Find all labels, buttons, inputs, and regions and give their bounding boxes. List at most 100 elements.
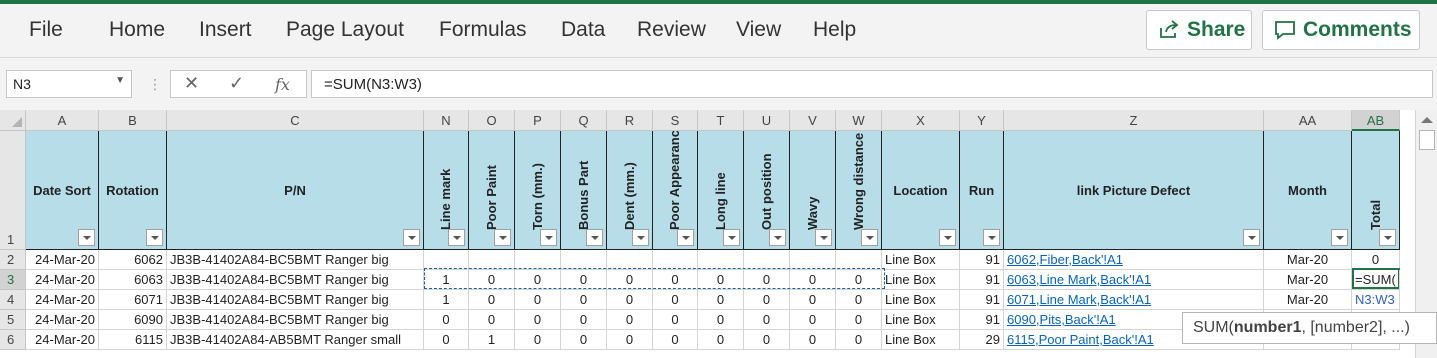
filter-dropdown-icon[interactable] xyxy=(769,229,786,246)
chevron-down-icon[interactable]: ▼ xyxy=(115,75,125,86)
header-cell-month[interactable]: Month xyxy=(1264,131,1352,250)
row-header-6[interactable]: 6 xyxy=(0,330,26,350)
header-cell-rotation[interactable]: Rotation xyxy=(99,131,167,250)
cell-defect-count[interactable]: 0 xyxy=(515,270,561,290)
filter-dropdown-icon[interactable] xyxy=(861,229,878,246)
cell-location[interactable]: Line Box xyxy=(882,290,960,310)
cell-defect-count[interactable]: 0 xyxy=(607,310,653,330)
tab-review[interactable]: Review xyxy=(637,18,706,42)
cell-date[interactable]: 24-Mar-20 xyxy=(26,290,99,310)
cell-defect-count[interactable]: 0 xyxy=(653,290,698,310)
header-cell-torn[interactable]: Torn (mm.) xyxy=(515,131,561,250)
cell-location[interactable]: Line Box xyxy=(882,270,960,290)
header-cell-link[interactable]: link Picture Defect xyxy=(1004,131,1264,250)
filter-dropdown-icon[interactable] xyxy=(677,229,694,246)
cell-date[interactable]: 24-Mar-20 xyxy=(26,250,99,270)
tab-data[interactable]: Data xyxy=(561,18,605,42)
scroll-up-icon[interactable] xyxy=(1421,117,1433,123)
column-header-s[interactable]: S xyxy=(653,110,698,131)
column-header-n[interactable]: N xyxy=(424,110,469,131)
cancel-icon[interactable]: ✕ xyxy=(184,73,199,94)
cell-defect-count[interactable] xyxy=(515,250,561,270)
row-header-1[interactable]: 1 xyxy=(0,131,26,250)
header-cell-poor-appearance[interactable]: Poor Appearance xyxy=(653,131,698,250)
header-cell-long-line[interactable]: Long line xyxy=(698,131,744,250)
filter-dropdown-icon[interactable] xyxy=(815,229,832,246)
cell-part-number[interactable]: JB3B-41402A84-BC5BMT Ranger big xyxy=(167,270,424,290)
row-header-5[interactable]: 5 xyxy=(0,310,26,330)
column-header-q[interactable]: Q xyxy=(561,110,607,131)
tab-help[interactable]: Help xyxy=(813,18,856,42)
cell-defect-count[interactable]: 0 xyxy=(836,290,882,310)
scroll-thumb[interactable] xyxy=(1419,130,1435,150)
column-header-z[interactable]: Z xyxy=(1004,110,1264,131)
cell-defect-count[interactable]: 0 xyxy=(469,310,515,330)
insert-function-icon[interactable]: fx xyxy=(275,75,290,94)
cell-defect-count[interactable]: 0 xyxy=(653,310,698,330)
cell-defect-count[interactable]: 0 xyxy=(698,270,744,290)
column-header-y[interactable]: Y xyxy=(960,110,1004,131)
cell-defect-count[interactable]: 0 xyxy=(790,330,836,350)
column-header-ab[interactable]: AB xyxy=(1352,110,1400,131)
filter-dropdown-icon[interactable] xyxy=(723,229,740,246)
cell-defect-count[interactable]: 0 xyxy=(561,310,607,330)
cell-total[interactable]: =SUM( xyxy=(1352,270,1400,290)
cell-part-number[interactable]: JB3B-41402A84-BC5BMT Ranger big xyxy=(167,290,424,310)
cell-location[interactable]: Line Box xyxy=(882,250,960,270)
cell-defect-count[interactable]: 0 xyxy=(515,310,561,330)
cell-rotation[interactable]: 6062 xyxy=(99,250,167,270)
cell-defect-count[interactable]: 0 xyxy=(744,310,790,330)
cell-defect-count[interactable]: 1 xyxy=(424,290,469,310)
tab-page-layout[interactable]: Page Layout xyxy=(286,18,404,42)
cell-defect-count[interactable]: 0 xyxy=(469,270,515,290)
filter-dropdown-icon[interactable] xyxy=(78,229,95,246)
header-cell-out-position[interactable]: Out position xyxy=(744,131,790,250)
filter-dropdown-icon[interactable] xyxy=(540,229,557,246)
cell-defect-count[interactable]: 0 xyxy=(698,310,744,330)
name-box[interactable]: N3 ▼ xyxy=(6,70,132,98)
cell-run[interactable]: 29 xyxy=(960,330,1004,350)
cell-defect-count[interactable] xyxy=(836,250,882,270)
cell-part-number[interactable]: JB3B-41402A84-BC5BMT Ranger big xyxy=(167,250,424,270)
cell-run[interactable]: 91 xyxy=(960,290,1004,310)
cell-date[interactable]: 24-Mar-20 xyxy=(26,270,99,290)
tab-formulas[interactable]: Formulas xyxy=(439,18,527,42)
cell-defect-count[interactable]: 0 xyxy=(698,330,744,350)
cell-rotation[interactable]: 6115 xyxy=(99,330,167,350)
row-header-3[interactable]: 3 xyxy=(0,270,26,290)
column-header-a[interactable]: A xyxy=(26,110,99,131)
cell-run[interactable]: 91 xyxy=(960,270,1004,290)
cell-run[interactable]: 91 xyxy=(960,310,1004,330)
column-header-v[interactable]: V xyxy=(790,110,836,131)
cell-defect-count[interactable]: 1 xyxy=(469,330,515,350)
filter-dropdown-icon[interactable] xyxy=(1331,229,1348,246)
column-header-p[interactable]: P xyxy=(515,110,561,131)
cell-defect-count[interactable]: 0 xyxy=(607,330,653,350)
cell-defect-count[interactable] xyxy=(607,250,653,270)
header-cell-pn[interactable]: P/N xyxy=(167,131,424,250)
enter-icon[interactable]: ✓ xyxy=(229,73,244,94)
cell-defect-count[interactable]: 0 xyxy=(424,330,469,350)
column-header-o[interactable]: O xyxy=(469,110,515,131)
cell-defect-count[interactable] xyxy=(424,250,469,270)
cell-location[interactable]: Line Box xyxy=(882,310,960,330)
cell-defect-count[interactable]: 0 xyxy=(836,270,882,290)
cell-defect-count[interactable] xyxy=(698,250,744,270)
cell-defect-count[interactable]: 0 xyxy=(561,270,607,290)
cell-rotation[interactable]: 6071 xyxy=(99,290,167,310)
cell-defect-count[interactable]: 0 xyxy=(515,330,561,350)
cell-defect-count[interactable]: 0 xyxy=(790,270,836,290)
filter-dropdown-icon[interactable] xyxy=(983,229,1000,246)
cell-defect-count[interactable]: 0 xyxy=(744,330,790,350)
header-cell-wavy[interactable]: Wavy xyxy=(790,131,836,250)
header-cell-bonus-part[interactable]: Bonus Part xyxy=(561,131,607,250)
cell-defect-count[interactable]: 0 xyxy=(836,330,882,350)
tab-file[interactable]: File xyxy=(29,18,63,42)
cell-defect-count[interactable] xyxy=(469,250,515,270)
cell-part-number[interactable]: JB3B-41402A84-AB5BMT Ranger small xyxy=(167,330,424,350)
cell-defect-count[interactable]: 0 xyxy=(744,290,790,310)
header-cell-date-sort[interactable]: Date Sort xyxy=(26,131,99,250)
cell-month[interactable]: Mar-20 xyxy=(1264,270,1352,290)
column-header-r[interactable]: R xyxy=(607,110,653,131)
cell-rotation[interactable]: 6063 xyxy=(99,270,167,290)
